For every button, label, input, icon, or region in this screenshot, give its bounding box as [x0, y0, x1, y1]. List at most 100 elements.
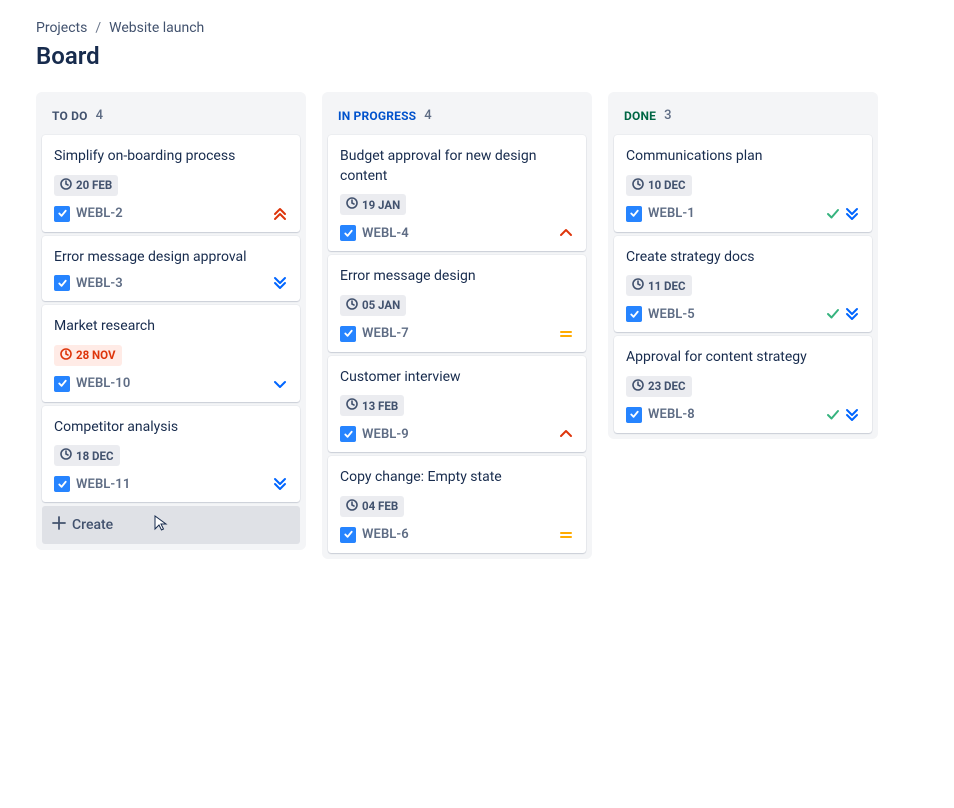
- card-badges: [558, 326, 574, 342]
- task-icon: [340, 225, 356, 241]
- card[interactable]: Budget approval for new design content 1…: [328, 135, 586, 251]
- column-todo: TO DO 4 Simplify on-boarding process 20 …: [36, 92, 306, 550]
- card[interactable]: Error message design approval WEBL-3: [42, 236, 300, 302]
- clock-icon: [346, 499, 358, 514]
- card-key-wrap: WEBL-1: [626, 206, 695, 222]
- clock-icon: [632, 178, 644, 193]
- column-count: 4: [424, 108, 431, 123]
- create-button[interactable]: Create: [42, 506, 300, 544]
- card-key: WEBL-8: [648, 407, 695, 422]
- card-title: Create strategy docs: [626, 248, 860, 268]
- priority-medium-icon: [558, 527, 574, 543]
- card-key: WEBL-4: [362, 226, 409, 241]
- card[interactable]: Communications plan 10 DEC WEBL-1: [614, 135, 872, 232]
- page-title: Board: [36, 42, 918, 70]
- task-icon: [626, 407, 642, 423]
- breadcrumb-root[interactable]: Projects: [36, 20, 87, 36]
- priority-high-icon: [558, 426, 574, 442]
- due-date-text: 10 DEC: [648, 178, 686, 192]
- card-key: WEBL-6: [362, 527, 409, 542]
- card-key-wrap: WEBL-3: [54, 275, 123, 291]
- card[interactable]: Approval for content strategy 23 DEC WEB…: [614, 336, 872, 433]
- breadcrumb: Projects / Website launch: [36, 20, 918, 36]
- card-key-wrap: WEBL-5: [626, 306, 695, 322]
- card-footer: WEBL-5: [626, 306, 860, 322]
- card-badges: [558, 426, 574, 442]
- card-badges: [826, 206, 860, 222]
- due-date-text: 19 JAN: [362, 198, 400, 212]
- due-date-chip: 13 FEB: [340, 395, 404, 416]
- card-title: Copy change: Empty state: [340, 468, 574, 488]
- card-footer: WEBL-8: [626, 407, 860, 423]
- breadcrumb-sep: /: [95, 20, 101, 36]
- task-icon: [54, 476, 70, 492]
- due-date-chip: 10 DEC: [626, 175, 692, 196]
- card-title: Error message design: [340, 267, 574, 287]
- card-footer: WEBL-10: [54, 376, 288, 392]
- card-badges: [272, 476, 288, 492]
- create-label: Create: [72, 517, 113, 533]
- column-done: DONE 3 Communications plan 10 DEC WEBL-1…: [608, 92, 878, 439]
- cards-list: Simplify on-boarding process 20 FEB WEBL…: [42, 135, 300, 502]
- card-key-wrap: WEBL-6: [340, 527, 409, 543]
- card-key-wrap: WEBL-9: [340, 426, 409, 442]
- task-icon: [54, 206, 70, 222]
- cards-list: Budget approval for new design content 1…: [328, 135, 586, 553]
- column-header: IN PROGRESS 4: [328, 98, 586, 135]
- due-date-text: 23 DEC: [648, 379, 686, 393]
- card[interactable]: Error message design 05 JAN WEBL-7: [328, 255, 586, 352]
- card-title: Budget approval for new design content: [340, 147, 574, 186]
- column-inprogress: IN PROGRESS 4 Budget approval for new de…: [322, 92, 592, 559]
- priority-medium-icon: [558, 326, 574, 342]
- due-date-chip: 11 DEC: [626, 275, 692, 296]
- column-name: DONE: [624, 109, 656, 123]
- card[interactable]: Market research 28 NOV WEBL-10: [42, 305, 300, 402]
- card-key: WEBL-11: [76, 477, 130, 492]
- priority-high-icon: [558, 225, 574, 241]
- card-badges: [826, 407, 860, 423]
- card-badges: [558, 527, 574, 543]
- cards-list: Communications plan 10 DEC WEBL-1 Create…: [614, 135, 872, 433]
- breadcrumb-project[interactable]: Website launch: [109, 20, 204, 36]
- card-key: WEBL-1: [648, 206, 695, 221]
- task-icon: [54, 376, 70, 392]
- due-date-chip: 18 DEC: [54, 445, 120, 466]
- clock-icon: [632, 379, 644, 394]
- card[interactable]: Copy change: Empty state 04 FEB WEBL-6: [328, 456, 586, 553]
- card-footer: WEBL-2: [54, 206, 288, 222]
- task-icon: [54, 275, 70, 291]
- card-key: WEBL-7: [362, 326, 409, 341]
- card-key-wrap: WEBL-7: [340, 326, 409, 342]
- task-icon: [626, 306, 642, 322]
- due-date-text: 18 DEC: [76, 449, 114, 463]
- card[interactable]: Simplify on-boarding process 20 FEB WEBL…: [42, 135, 300, 232]
- task-icon: [626, 206, 642, 222]
- done-check-icon: [826, 307, 840, 321]
- card-title: Approval for content strategy: [626, 348, 860, 368]
- priority-lowest-icon: [272, 275, 288, 291]
- due-date-text: 11 DEC: [648, 279, 686, 293]
- task-icon: [340, 527, 356, 543]
- card-badges: [272, 376, 288, 392]
- due-date-text: 28 NOV: [76, 348, 116, 362]
- card-footer: WEBL-7: [340, 326, 574, 342]
- card[interactable]: Customer interview 13 FEB WEBL-9: [328, 356, 586, 453]
- priority-highest-icon: [272, 206, 288, 222]
- card-key: WEBL-3: [76, 276, 123, 291]
- done-check-icon: [826, 207, 840, 221]
- clock-icon: [632, 278, 644, 293]
- card-title: Competitor analysis: [54, 418, 288, 438]
- card[interactable]: Create strategy docs 11 DEC WEBL-5: [614, 236, 872, 333]
- clock-icon: [60, 448, 72, 463]
- task-icon: [340, 426, 356, 442]
- priority-lowest-icon: [844, 407, 860, 423]
- card[interactable]: Competitor analysis 18 DEC WEBL-11: [42, 406, 300, 503]
- due-date-chip: 19 JAN: [340, 194, 406, 215]
- card-footer: WEBL-9: [340, 426, 574, 442]
- card-title: Error message design approval: [54, 248, 288, 268]
- cursor-icon: [152, 514, 170, 532]
- card-title: Simplify on-boarding process: [54, 147, 288, 167]
- card-key-wrap: WEBL-4: [340, 225, 409, 241]
- card-badges: [272, 275, 288, 291]
- card-key: WEBL-10: [76, 376, 130, 391]
